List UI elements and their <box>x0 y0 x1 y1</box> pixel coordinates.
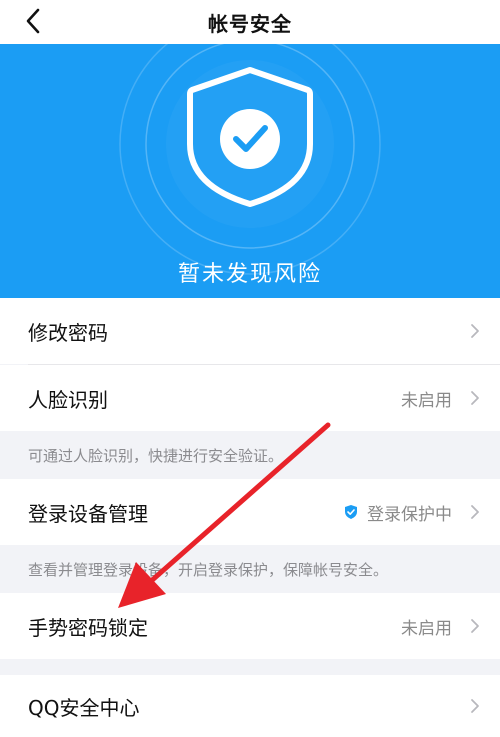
chevron-right-icon <box>471 699 479 713</box>
login-protection-status: 登录保护中 <box>343 500 452 525</box>
security-status-text: 暂未发现风险 <box>177 262 322 287</box>
change-password-row[interactable]: 修改密码 <box>0 298 500 364</box>
face-id-row[interactable]: 人脸识别 未启用 <box>0 365 500 431</box>
gesture-lock-status: 未启用 <box>401 618 452 639</box>
device-management-row[interactable]: 登录设备管理 登录保护中 <box>0 479 500 545</box>
page-title: 帐号安全 <box>208 11 292 36</box>
gesture-lock-row[interactable]: 手势密码锁定 未启用 <box>0 593 500 659</box>
device-management-note: 查看并管理登录设备，开启登录保护，保障帐号安全。 <box>0 545 500 593</box>
device-management-label: 登录设备管理 <box>28 501 148 526</box>
qq-security-center-label: QQ安全中心 <box>28 695 140 720</box>
chevron-right-icon <box>471 391 479 405</box>
chevron-left-icon <box>26 8 40 34</box>
face-id-status: 未启用 <box>401 390 452 411</box>
shield-check-icon <box>345 505 357 519</box>
change-password-label: 修改密码 <box>28 320 108 345</box>
chevron-right-icon <box>471 505 479 519</box>
back-button[interactable] <box>18 6 48 36</box>
security-status-banner: 暂未发现风险 <box>0 44 500 298</box>
face-id-note: 可通过人脸识别，快捷进行安全验证。 <box>0 431 500 479</box>
face-id-label: 人脸识别 <box>28 387 108 412</box>
login-protection-text: 登录保护中 <box>367 504 452 525</box>
chevron-right-icon <box>471 619 479 633</box>
chevron-right-icon <box>471 324 479 338</box>
section-gap <box>0 659 500 675</box>
qq-security-center-row[interactable]: QQ安全中心 <box>0 675 500 737</box>
nav-bar: 帐号安全 <box>0 0 500 44</box>
gesture-lock-label: 手势密码锁定 <box>28 615 148 640</box>
